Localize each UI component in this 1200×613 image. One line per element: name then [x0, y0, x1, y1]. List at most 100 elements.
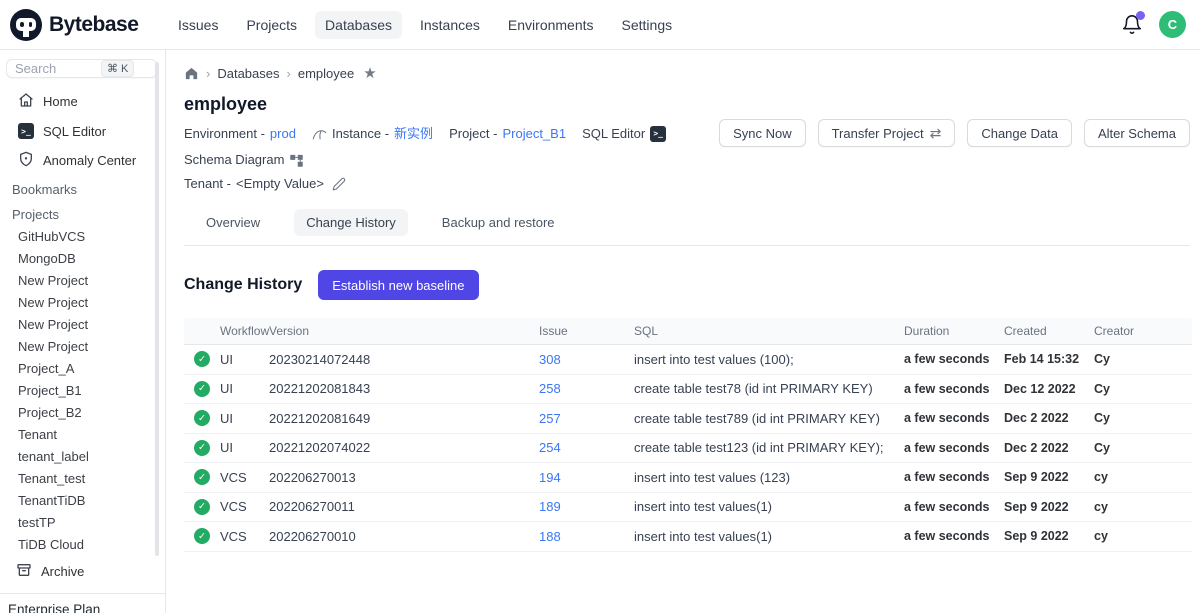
- issue-link[interactable]: 254: [539, 440, 561, 455]
- tab-change-history[interactable]: Change History: [294, 209, 408, 236]
- success-check-icon: ✓: [194, 440, 210, 456]
- topbar-right: C: [1121, 11, 1186, 38]
- nav-item-issues[interactable]: Issues: [168, 11, 228, 39]
- issue-link[interactable]: 258: [539, 381, 561, 396]
- sidebar-project-new-project[interactable]: New Project: [0, 292, 165, 314]
- edit-pencil-icon[interactable]: [332, 177, 346, 191]
- table-row[interactable]: ✓VCS202206270011189insert into test valu…: [184, 493, 1192, 523]
- sidebar-project-new-project[interactable]: New Project: [0, 336, 165, 358]
- duration-cell: a few seconds: [904, 500, 1004, 514]
- alter-schema-button[interactable]: Alter Schema: [1084, 119, 1190, 147]
- version-cell: 20221202081843: [269, 381, 539, 396]
- breadcrumb-home-icon[interactable]: [184, 66, 199, 81]
- sidebar-project-project-b1[interactable]: Project_B1: [0, 380, 165, 402]
- sidebar-project-project-b2[interactable]: Project_B2: [0, 402, 165, 424]
- establish-baseline-button[interactable]: Establish new baseline: [318, 270, 478, 300]
- user-avatar[interactable]: C: [1159, 11, 1186, 38]
- breadcrumb-databases[interactable]: Databases: [217, 66, 279, 81]
- table-row[interactable]: ✓UI20230214072448308insert into test val…: [184, 345, 1192, 375]
- sidebar-project-tidb-cloud[interactable]: TiDB Cloud: [0, 534, 165, 556]
- created-cell: Dec 12 2022: [1004, 382, 1094, 396]
- page-actions: Sync Now Transfer Project⇄ Change Data Alte…: [719, 119, 1190, 147]
- meta-schema-diagram[interactable]: Schema Diagram: [184, 149, 304, 171]
- notifications-bell-icon[interactable]: [1121, 14, 1143, 36]
- duration-cell: a few seconds: [904, 470, 1004, 484]
- environment-link[interactable]: prod: [270, 123, 296, 145]
- breadcrumb-employee[interactable]: employee: [298, 66, 354, 81]
- table-row[interactable]: ✓UI20221202081843258create table test78 …: [184, 375, 1192, 405]
- sidebar-project-githubvcs[interactable]: GitHubVCS: [0, 226, 165, 248]
- sidebar-scrollbar[interactable]: [155, 62, 159, 556]
- instance-link[interactable]: 新实例: [394, 123, 433, 145]
- nav-item-instances[interactable]: Instances: [410, 11, 490, 39]
- meta-sql-editor[interactable]: SQL Editor >_: [582, 123, 666, 145]
- table-row[interactable]: ✓UI20221202081649257create table test789…: [184, 404, 1192, 434]
- issue-cell: 194: [539, 470, 634, 485]
- issue-link[interactable]: 188: [539, 529, 561, 544]
- sidebar-project-project-a[interactable]: Project_A: [0, 358, 165, 380]
- workflow-cell: UI: [220, 352, 269, 367]
- breadcrumb-separator: ›: [206, 66, 210, 81]
- duration-cell: a few seconds: [904, 529, 1004, 543]
- sidebar: ⌘ K Home >_ SQL Editor Anomaly Center Bo…: [0, 50, 166, 613]
- issue-link[interactable]: 257: [539, 411, 561, 426]
- issue-link[interactable]: 194: [539, 470, 561, 485]
- sidebar-project-tenant[interactable]: Tenant: [0, 424, 165, 446]
- bytebase-logo[interactable]: Bytebase: [10, 9, 168, 41]
- tab-backup-and-restore[interactable]: Backup and restore: [430, 209, 567, 236]
- sidebar-item-home[interactable]: Home: [0, 86, 165, 117]
- breadcrumb-separator: ›: [287, 66, 291, 81]
- change-data-button[interactable]: Change Data: [967, 119, 1072, 147]
- table-row[interactable]: ✓VCS202206270013194insert into test valu…: [184, 463, 1192, 493]
- status-cell: ✓: [184, 499, 220, 515]
- sidebar-project-tenant-label[interactable]: tenant_label: [0, 446, 165, 468]
- plan-footer[interactable]: Enterprise Plan: [0, 593, 165, 613]
- table-row[interactable]: ✓VCS202206270010188insert into test valu…: [184, 522, 1192, 552]
- status-cell: ✓: [184, 528, 220, 544]
- sidebar-project-testtp[interactable]: testTP: [0, 512, 165, 534]
- brand-name: Bytebase: [49, 13, 138, 37]
- column-header-version: Version: [269, 324, 539, 338]
- sync-now-button[interactable]: Sync Now: [719, 119, 806, 147]
- sidebar-item-sql-editor[interactable]: >_ SQL Editor: [0, 117, 165, 145]
- sidebar-project-tenanttidb[interactable]: TenantTiDB: [0, 490, 165, 512]
- bytebase-logo-icon: [10, 9, 42, 41]
- nav-item-environments[interactable]: Environments: [498, 11, 604, 39]
- sidebar-project-new-project[interactable]: New Project: [0, 314, 165, 336]
- sidebar-project-tenant-test[interactable]: Tenant_test: [0, 468, 165, 490]
- nav-item-projects[interactable]: Projects: [236, 11, 307, 39]
- meta-tenant: Tenant - <Empty Value>: [184, 173, 346, 195]
- transfer-project-button[interactable]: Transfer Project⇄: [818, 119, 956, 147]
- favorite-star-icon[interactable]: ★: [363, 64, 376, 82]
- issue-cell: 189: [539, 499, 634, 514]
- terminal-icon: >_: [650, 126, 666, 142]
- version-cell: 20221202074022: [269, 440, 539, 455]
- issue-link[interactable]: 308: [539, 352, 561, 367]
- project-link[interactable]: Project_B1: [502, 123, 566, 145]
- search-box[interactable]: ⌘ K: [6, 59, 157, 78]
- sidebar-project-mongodb[interactable]: MongoDB: [0, 248, 165, 270]
- column-header-created: Created: [1004, 324, 1094, 338]
- success-check-icon: ✓: [194, 528, 210, 544]
- nav-item-settings[interactable]: Settings: [612, 11, 683, 39]
- version-cell: 202206270013: [269, 470, 539, 485]
- sidebar-item-label: SQL Editor: [43, 124, 106, 139]
- success-check-icon: ✓: [194, 499, 210, 515]
- meta-project: Project - Project_B1: [449, 123, 566, 145]
- sidebar-project-new-project[interactable]: New Project: [0, 270, 165, 292]
- creator-cell: Cy: [1094, 441, 1192, 455]
- issue-cell: 258: [539, 381, 634, 396]
- duration-cell: a few seconds: [904, 441, 1004, 455]
- breadcrumb: › Databases › employee ★: [184, 64, 1190, 82]
- tab-overview[interactable]: Overview: [194, 209, 272, 236]
- version-cell: 20230214072448: [269, 352, 539, 367]
- workflow-cell: VCS: [220, 470, 269, 485]
- search-input[interactable]: [15, 61, 101, 76]
- nav-item-databases[interactable]: Databases: [315, 11, 402, 39]
- sidebar-item-anomaly-center[interactable]: Anomaly Center: [0, 145, 165, 176]
- issue-link[interactable]: 189: [539, 499, 561, 514]
- created-cell: Dec 2 2022: [1004, 411, 1094, 425]
- sidebar-item-archive[interactable]: Archive: [0, 556, 165, 593]
- issue-cell: 254: [539, 440, 634, 455]
- table-row[interactable]: ✓UI20221202074022254create table test123…: [184, 434, 1192, 464]
